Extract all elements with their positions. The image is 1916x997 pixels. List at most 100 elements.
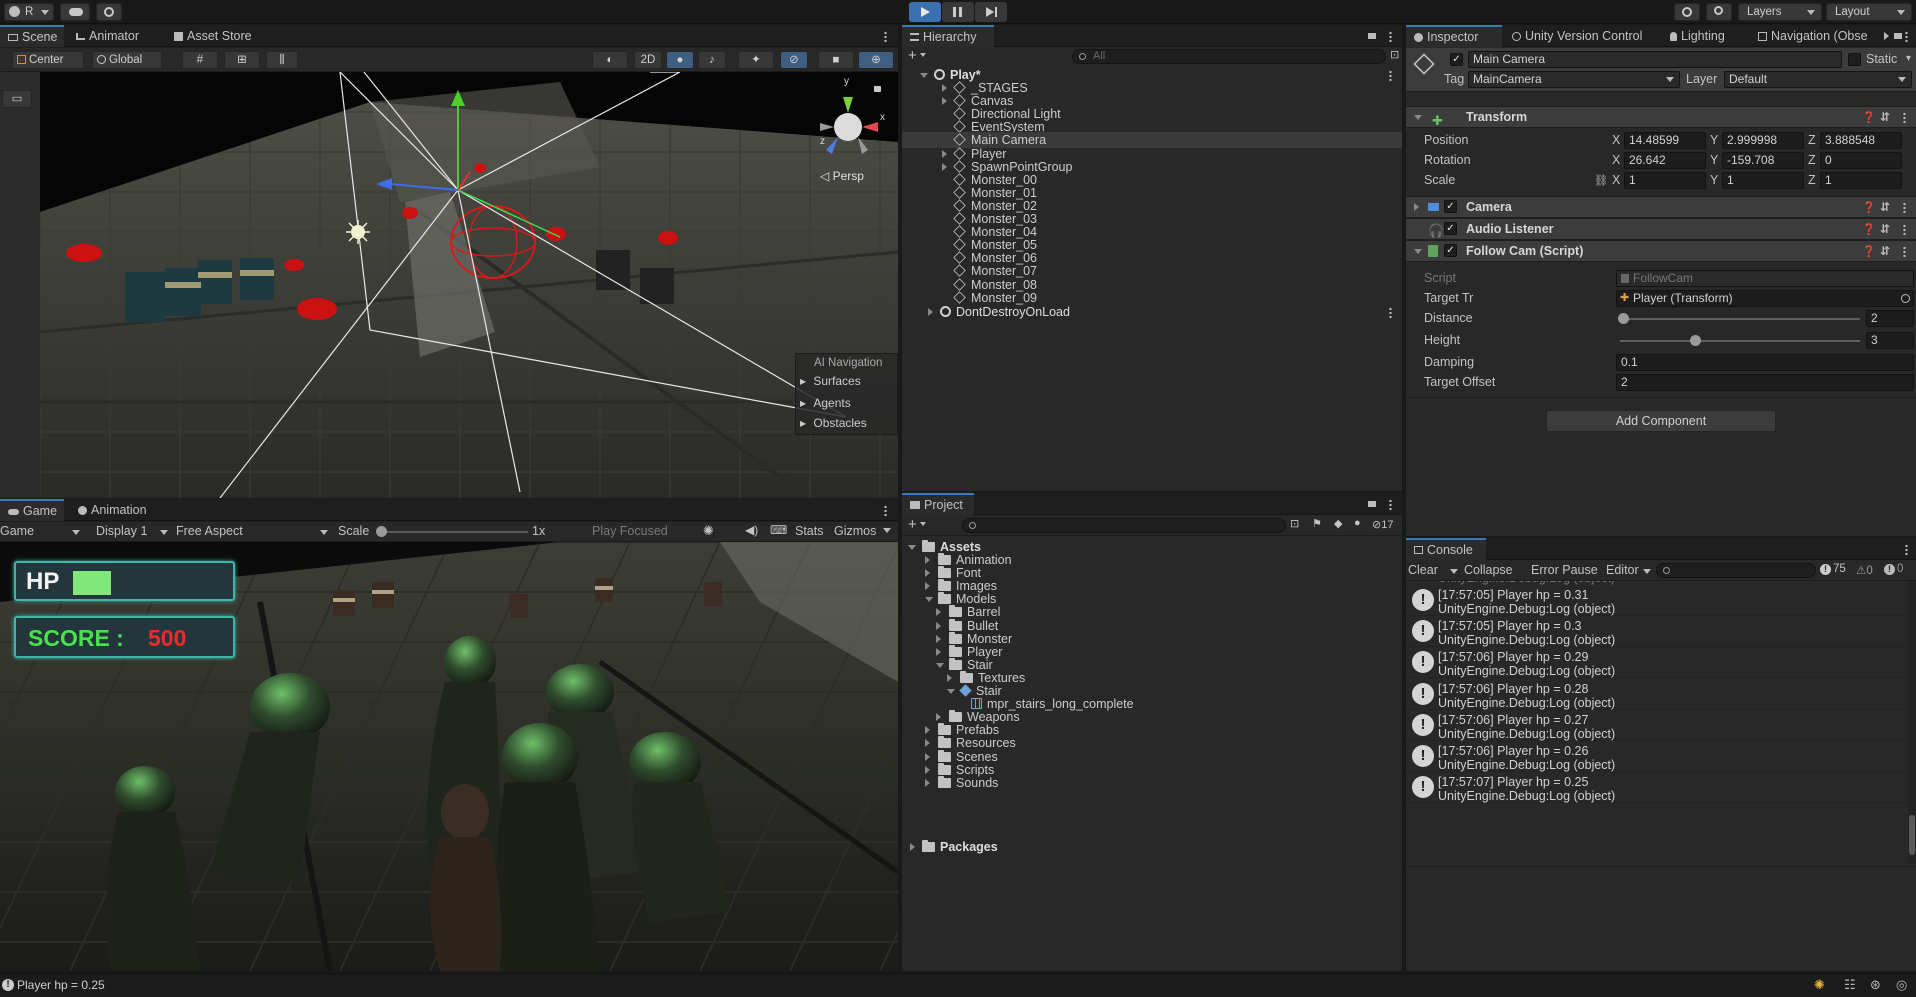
lighting-progress-icon[interactable]: ✺ [1814, 977, 1825, 993]
console-search-input[interactable] [1656, 563, 1816, 578]
position-y-field[interactable]: 2.999998 [1722, 132, 1804, 149]
project-search-input[interactable] [962, 518, 1286, 533]
tab-lighting[interactable]: Lighting [1662, 25, 1748, 47]
tab-asset-store[interactable]: Asset Store [166, 25, 262, 47]
distance-field[interactable]: 2 [1866, 310, 1914, 327]
tag-dropdown[interactable]: MainCamera [1468, 71, 1680, 88]
more-options-icon[interactable] [1903, 202, 1906, 213]
step-button[interactable] [975, 2, 1007, 22]
display-dropdown[interactable]: Display 1 [96, 524, 168, 538]
more-options-icon[interactable] [1903, 224, 1906, 235]
rotation-z-field[interactable]: 0 [1820, 152, 1902, 169]
create-button[interactable]: + [908, 47, 926, 64]
gizmos-dropdown[interactable]: ⊕ [858, 51, 894, 69]
visibility-toggle[interactable]: ⊘ [780, 51, 808, 69]
expand-icon[interactable] [947, 673, 952, 682]
expand-icon[interactable] [936, 621, 941, 630]
lighting-toggle[interactable]: ● [666, 51, 694, 69]
collab-button[interactable] [96, 3, 122, 21]
position-y-axis-label[interactable]: Y [1710, 133, 1718, 147]
console-log-entry[interactable]: ! [17:57:06] Player hp = 0.29 UnityEngine.… [1406, 647, 1908, 679]
height-slider-track[interactable] [1620, 340, 1860, 342]
expand-icon[interactable] [942, 162, 947, 171]
more-options-icon[interactable] [1389, 31, 1392, 42]
object-name-field[interactable]: Main Camera [1468, 51, 1842, 68]
expand-icon[interactable] [936, 634, 941, 643]
audio-listener-header[interactable]: 🎧 ✓ Audio Listener ❓ ⇵ [1406, 218, 1916, 240]
expand-icon[interactable] [925, 556, 930, 564]
clear-dropdown[interactable]: Clear [1408, 563, 1464, 577]
rotation-x-axis-label[interactable]: X [1612, 153, 1620, 167]
expand-icon[interactable] [925, 765, 930, 774]
draw-mode-dropdown[interactable]: ◐ [592, 51, 628, 69]
expand-icon[interactable] [942, 97, 947, 106]
expand-icon[interactable] [925, 726, 930, 735]
object-picker-icon[interactable] [1901, 294, 1910, 303]
lock-icon[interactable] [1368, 33, 1376, 39]
search-by-type-icon[interactable]: ⊡ [1290, 517, 1299, 530]
tab-project[interactable]: Project [902, 493, 974, 515]
help-icon[interactable]: ❓ [1862, 220, 1876, 240]
create-asset-button[interactable]: + [908, 516, 926, 533]
expand-icon[interactable] [942, 149, 947, 158]
scene-camera-dropdown[interactable]: ■ [818, 51, 854, 69]
pivot-dropdown[interactable]: Center [12, 51, 84, 69]
tab-hierarchy[interactable]: Hierarchy [902, 25, 994, 47]
constrain-proportions-icon[interactable]: ⛓ [1594, 174, 1608, 187]
console-scrollbar-thumb[interactable] [1909, 815, 1915, 855]
preset-icon[interactable]: ⇵ [1880, 241, 1890, 261]
auto-generate-icon[interactable]: ◎ [1896, 977, 1907, 993]
scale-z-axis-label[interactable]: Z [1808, 173, 1816, 187]
layers-dropdown[interactable]: Layers [1738, 3, 1822, 21]
rotation-y-axis-label[interactable]: Y [1710, 153, 1718, 167]
project-packages-root[interactable]: Packages [902, 839, 1402, 855]
game-viewport[interactable]: HP SCORE : 500 [0, 542, 898, 971]
expand-icon[interactable] [925, 569, 930, 578]
more-options-icon[interactable] [1389, 499, 1392, 510]
layout-dropdown[interactable]: Layout [1826, 3, 1912, 21]
followcam-enabled-checkbox[interactable]: ✓ [1444, 244, 1457, 257]
project-folder-item[interactable]: Sounds [902, 775, 1402, 791]
scale-slider-handle[interactable] [376, 526, 387, 537]
scene-visibility-icon[interactable]: ⊡ [1390, 48, 1399, 61]
grid-snap-button[interactable]: # [182, 51, 218, 69]
target-tr-field[interactable]: ✚ Player (Transform) [1616, 290, 1914, 307]
scale-y-axis-label[interactable]: Y [1710, 173, 1718, 187]
console-log-entry[interactable]: ! [17:57:06] Player hp = 0.26 UnityEngine.… [1406, 741, 1908, 772]
help-icon[interactable]: ❓ [1862, 108, 1876, 128]
snap-increment-button[interactable]: ⊞ [224, 51, 260, 69]
editor-dropdown[interactable]: Editor [1606, 563, 1652, 577]
more-options-icon[interactable] [884, 31, 887, 42]
view-options-dropdown[interactable]: ▭ [2, 90, 32, 108]
static-dropdown-icon[interactable]: ▾ [1902, 53, 1915, 66]
active-checkbox[interactable]: ✓ [1450, 53, 1463, 66]
search-button[interactable] [1706, 3, 1732, 21]
frame-debugger-icon[interactable]: ✺ [703, 523, 714, 539]
expand-icon[interactable] [936, 608, 941, 617]
expand-icon[interactable] [925, 582, 930, 591]
tab-animator[interactable]: Animator [68, 25, 150, 47]
preset-icon[interactable]: ⇵ [1880, 197, 1890, 217]
tab-inspector[interactable]: Inspector [1406, 25, 1502, 47]
more-options-icon[interactable] [884, 505, 887, 516]
expand-icon[interactable] [936, 647, 941, 656]
expand-icon[interactable] [925, 778, 930, 787]
expand-icon[interactable] [925, 597, 933, 603]
console-log-entry[interactable]: ! [17:57:05] Player hp = 0.31 UnityEngine.… [1406, 585, 1908, 616]
scale-z-field[interactable]: 1 [1820, 172, 1902, 189]
hidden-packages-count[interactable]: ⊘17 [1372, 518, 1393, 531]
collapse-toggle[interactable]: Collapse [1464, 563, 1513, 577]
lock-icon[interactable] [1894, 33, 1902, 39]
search-by-tag-icon[interactable]: ◆ [1334, 517, 1342, 530]
stats-button[interactable]: Stats [795, 524, 824, 538]
console-log-entry[interactable]: ! [17:57:07] Player hp = 0.25 UnityEngine.… [1406, 772, 1908, 804]
space-dropdown[interactable]: Global [92, 51, 162, 69]
persp-label[interactable]: ◁ Persp [820, 169, 864, 183]
hierarchy-ddol[interactable]: DontDestroyOnLoad [902, 304, 1402, 320]
search-by-label-icon[interactable]: ⚑ [1312, 517, 1322, 530]
more-options-icon[interactable] [1389, 307, 1392, 318]
console-log-entry[interactable]: ! [17:57:06] Player hp = 0.28 UnityEngine.… [1406, 679, 1908, 710]
log-count-toggle[interactable]: ! 75 [1820, 563, 1846, 575]
console-log-entry[interactable]: ! [17:57:05] Player hp = 0.3 UnityEngine.D… [1406, 616, 1908, 648]
expand-icon[interactable] [947, 689, 955, 694]
